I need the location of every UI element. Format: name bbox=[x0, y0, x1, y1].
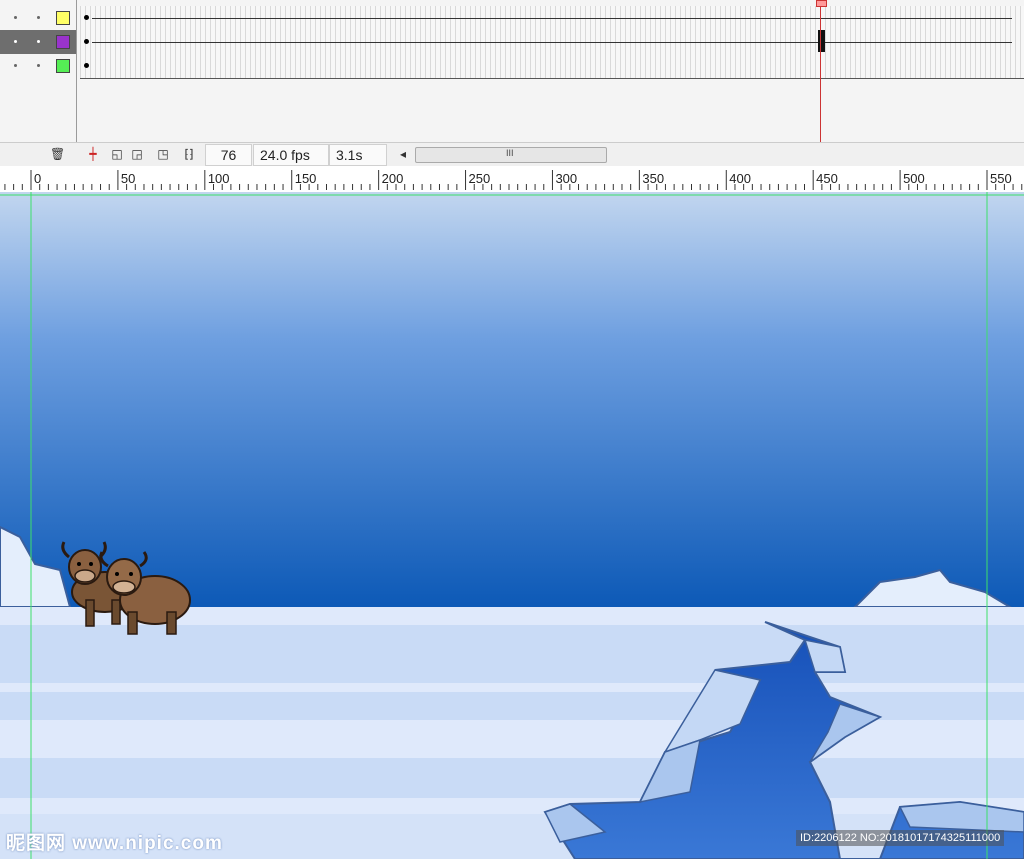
ruler-label: 50 bbox=[121, 171, 135, 186]
ruler-label: 350 bbox=[642, 171, 664, 186]
keyframe[interactable] bbox=[84, 63, 89, 68]
scene-artwork bbox=[0, 192, 1024, 859]
visibility-dot[interactable] bbox=[14, 40, 17, 43]
layer-color-swatch[interactable] bbox=[56, 35, 70, 49]
frame-row-2[interactable] bbox=[80, 30, 1024, 55]
timeline-controls: 🗑 ┿ ◱ ◲ ◳ ⁅⁆ 76 24.0 fps 3.1s ◂ III bbox=[0, 142, 1024, 167]
onion-outline-icon[interactable]: ◲ bbox=[130, 147, 144, 161]
watermark-id: ID:2206122 NO:20181017174325111000 bbox=[796, 830, 1005, 846]
layer-list bbox=[0, 0, 77, 142]
watermark-logo: 昵图网 www.nipic.com bbox=[6, 833, 223, 854]
keyframe[interactable] bbox=[84, 15, 89, 20]
layer-row-3[interactable] bbox=[0, 54, 76, 78]
horizontal-scrollbar[interactable]: III bbox=[415, 147, 607, 163]
ruler-label: 450 bbox=[816, 171, 838, 186]
edit-multiple-frames-icon[interactable]: ◳ bbox=[156, 147, 170, 161]
ruler-label: 150 bbox=[295, 171, 317, 186]
horizontal-ruler: 0 50 100 150 200 250 300 350 400 450 500 550 bbox=[0, 166, 1024, 193]
frame-row-3[interactable] bbox=[80, 54, 1024, 79]
ruler-label: 300 bbox=[555, 171, 577, 186]
modify-markers-icon[interactable]: ⁅⁆ bbox=[182, 147, 196, 161]
lock-dot[interactable] bbox=[37, 16, 40, 19]
scroll-left-arrow[interactable]: ◂ bbox=[396, 147, 410, 161]
center-frame-icon[interactable]: ┿ bbox=[86, 147, 100, 161]
visibility-dot[interactable] bbox=[14, 16, 17, 19]
lock-dot[interactable] bbox=[37, 64, 40, 67]
scroll-grip[interactable]: III bbox=[506, 148, 514, 158]
playhead[interactable] bbox=[820, 0, 821, 142]
ruler-label: 250 bbox=[469, 171, 491, 186]
ruler-label: 100 bbox=[208, 171, 230, 186]
ruler-label: 0 bbox=[34, 171, 41, 186]
layer-row-2[interactable] bbox=[0, 30, 76, 54]
current-frame-field[interactable]: 76 bbox=[205, 144, 252, 166]
ruler-label: 200 bbox=[382, 171, 404, 186]
lock-dot[interactable] bbox=[37, 40, 40, 43]
onion-skin-icon[interactable]: ◱ bbox=[110, 147, 124, 161]
layer-color-swatch[interactable] bbox=[56, 59, 70, 73]
delete-layer-icon[interactable]: 🗑 bbox=[50, 147, 65, 161]
layer-color-swatch[interactable] bbox=[56, 11, 70, 25]
playhead-handle[interactable] bbox=[816, 0, 827, 7]
frame-rate-field[interactable]: 24.0 fps bbox=[253, 144, 329, 166]
layer-row-1[interactable] bbox=[0, 6, 76, 30]
frame-grid[interactable] bbox=[80, 0, 1024, 142]
timeline-panel bbox=[0, 0, 1024, 142]
ruler-label: 500 bbox=[903, 171, 925, 186]
stage-canvas[interactable] bbox=[0, 192, 1024, 859]
keyframe[interactable] bbox=[84, 39, 89, 44]
ruler-label: 400 bbox=[729, 171, 751, 186]
frame-row-1[interactable] bbox=[80, 6, 1024, 31]
elapsed-time-field: 3.1s bbox=[329, 144, 387, 166]
ruler-ticks: 0 50 100 150 200 250 300 350 400 450 500 550 bbox=[4, 170, 1023, 190]
sky bbox=[0, 192, 1024, 612]
visibility-dot[interactable] bbox=[14, 64, 17, 67]
ruler-label: 550 bbox=[990, 171, 1012, 186]
